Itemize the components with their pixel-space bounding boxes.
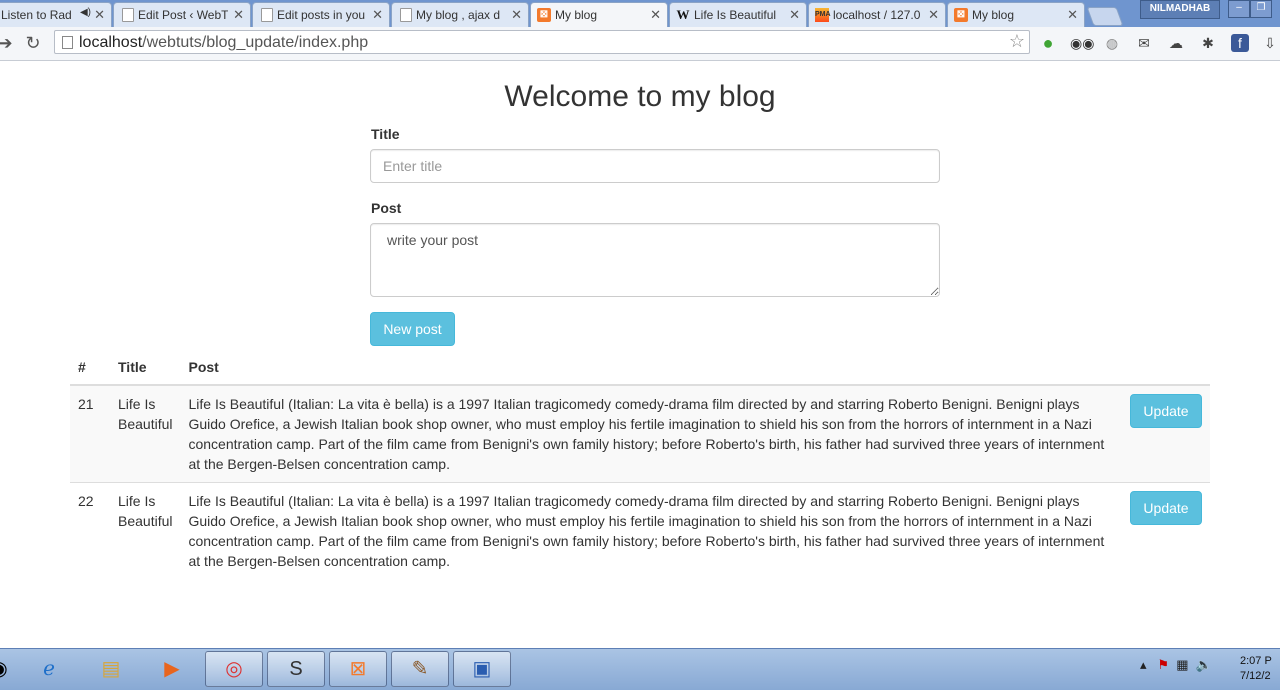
page-icon — [261, 8, 273, 22]
close-tab-icon[interactable]: ✕ — [789, 7, 800, 23]
tab-title: Listen to Rad — [1, 8, 72, 22]
browser-tab-strip: Listen to Rad ◀) ✕ Edit Post ‹ WebT ✕ Ed… — [0, 0, 1280, 27]
posts-table: # Title Post 21 Life Is Beautiful Life I… — [70, 350, 1210, 579]
post-body: Life Is Beautiful (Italian: La vita è be… — [180, 384, 1122, 483]
page-title: Welcome to my blog — [504, 80, 776, 113]
profile-user-badge[interactable]: NILMADHAB — [1140, 0, 1220, 19]
facebook-extension-icon[interactable]: f — [1231, 34, 1249, 52]
table-row: 22 Life Is Beautiful Life Is Beautiful (… — [70, 482, 1210, 579]
restore-icon[interactable]: ❐ — [1250, 0, 1272, 18]
evernote-extension-icon[interactable]: ● — [1039, 34, 1057, 52]
system-tray: ▴ ⚑ ▦ 🔈 — [1140, 657, 1212, 673]
page-content: Welcome to my blog Title Post New post #… — [0, 61, 1280, 648]
browser-toolbar: ➔ ↻ localhost/webtuts/blog_update/index.… — [0, 27, 1280, 61]
mail-extension-icon[interactable]: ✉ — [1135, 34, 1153, 52]
browser-tab[interactable]: PMA localhost / 127.0 ✕ — [808, 2, 946, 27]
xampp-icon: ⊠ — [954, 8, 968, 22]
column-header-title: Title — [110, 350, 181, 386]
close-tab-icon[interactable]: ✕ — [1067, 7, 1078, 23]
file-explorer-icon[interactable]: ▤ — [82, 651, 140, 687]
action-center-icon[interactable]: ⚑ — [1157, 657, 1169, 672]
url-text[interactable]: localhost/webtuts/blog_update/index.php — [79, 34, 368, 52]
close-tab-icon[interactable]: ✕ — [233, 7, 244, 23]
speaker-icon: ◀) — [79, 7, 91, 18]
eyes-extension-icon[interactable]: ◉◉ — [1070, 34, 1094, 52]
post-title: Life Is Beautiful — [110, 384, 181, 483]
back-icon[interactable]: ➔ — [0, 31, 16, 55]
browser-tab[interactable]: My blog , ajax d ✕ — [391, 2, 529, 27]
table-row: 21 Life Is Beautiful Life Is Beautiful (… — [70, 384, 1210, 483]
update-button[interactable]: Update — [1130, 394, 1202, 428]
url-path: /webtuts/blog_update/index.php — [142, 34, 369, 51]
browser-tab[interactable]: Edit posts in you ✕ — [252, 2, 390, 27]
new-tab-button[interactable] — [1086, 7, 1124, 26]
tab-title: My blog , ajax d — [416, 8, 501, 22]
xampp-taskbar-button[interactable]: ⊠ — [329, 651, 387, 687]
title-label: Title — [371, 126, 400, 142]
post-id: 21 — [70, 384, 110, 483]
show-hidden-icons-icon[interactable]: ▴ — [1140, 657, 1147, 672]
column-header-post: Post — [180, 350, 1122, 386]
post-action-cell: Update — [1122, 482, 1210, 579]
system-clock[interactable]: 2:07 P 7/12/2 — [1240, 654, 1272, 684]
paint-taskbar-button[interactable]: ✎ — [391, 651, 449, 687]
chrome-taskbar-button[interactable]: ◎ — [205, 651, 263, 687]
browser-tab[interactable]: ⊠ My blog ✕ — [947, 2, 1085, 27]
minimize-icon[interactable]: – — [1228, 0, 1250, 18]
close-tab-icon[interactable]: ✕ — [511, 7, 522, 23]
windows-taskbar: ◉ ℯ ▤ ▶ ◎ S ⊠ ✎ ▣ ▴ ⚑ ▦ 🔈 2:07 P 7/12/2 — [0, 648, 1280, 690]
close-tab-icon[interactable]: ✕ — [650, 7, 661, 23]
close-tab-icon[interactable]: ✕ — [928, 7, 939, 23]
browser-tab[interactable]: Edit Post ‹ WebT ✕ — [113, 2, 251, 27]
close-tab-icon[interactable]: ✕ — [94, 7, 105, 23]
post-textarea[interactable] — [370, 223, 940, 297]
tab-title: Life Is Beautiful — [694, 8, 777, 22]
tab-title: My blog — [555, 8, 598, 22]
browser-tab[interactable]: W Life Is Beautiful ✕ — [669, 2, 807, 27]
title-input[interactable] — [370, 149, 940, 183]
media-player-icon[interactable]: ▶ — [143, 651, 201, 687]
cloud-extension-icon[interactable]: ☁ — [1167, 34, 1185, 52]
tab-title: Edit Post ‹ WebT — [138, 8, 228, 22]
column-header-action — [1122, 350, 1210, 386]
post-title: Life Is Beautiful — [110, 482, 181, 579]
wikipedia-icon: W — [676, 7, 690, 22]
new-post-button[interactable]: New post — [370, 312, 455, 346]
clock-time: 2:07 P — [1240, 655, 1272, 667]
reload-icon[interactable]: ↻ — [22, 31, 44, 55]
page-icon — [62, 36, 73, 49]
download-extension-icon[interactable]: ⇩ — [1261, 34, 1279, 52]
page-icon — [122, 8, 134, 22]
tab-title: My blog — [972, 8, 1015, 22]
post-body: Life Is Beautiful (Italian: La vita è be… — [180, 482, 1122, 579]
volume-icon[interactable]: 🔈 — [1196, 657, 1212, 672]
bookmark-star-icon[interactable]: ☆ — [1009, 31, 1025, 52]
close-tab-icon[interactable]: ✕ — [372, 7, 383, 23]
address-bar[interactable]: localhost/webtuts/blog_update/index.php … — [54, 30, 1030, 54]
internet-explorer-icon[interactable]: ℯ — [20, 651, 78, 687]
browser-tab[interactable]: Listen to Rad ◀) ✕ — [0, 2, 112, 27]
clock-date: 7/12/2 — [1240, 670, 1271, 682]
globe-extension-icon[interactable]: ◍ — [1103, 34, 1121, 52]
xampp-icon: ⊠ — [537, 8, 551, 22]
column-header-id: # — [70, 350, 110, 386]
post-id: 22 — [70, 482, 110, 579]
remote-desktop-taskbar-button[interactable]: ▣ — [453, 651, 511, 687]
tab-title: Edit posts in you — [277, 8, 366, 22]
tab-title: localhost / 127.0 — [833, 8, 921, 22]
url-host: localhost — [79, 34, 143, 51]
network-icon[interactable]: ▦ — [1176, 657, 1188, 672]
browser-tab-active[interactable]: ⊠ My blog ✕ — [530, 2, 668, 27]
post-action-cell: Update — [1122, 384, 1210, 483]
table-header-row: # Title Post — [70, 350, 1210, 386]
sublime-text-taskbar-button[interactable]: S — [267, 651, 325, 687]
update-button[interactable]: Update — [1130, 491, 1202, 525]
bug-extension-icon[interactable]: ✱ — [1199, 34, 1217, 52]
post-label: Post — [371, 200, 402, 216]
page-icon — [400, 8, 412, 22]
phpmyadmin-icon: PMA — [815, 8, 831, 22]
